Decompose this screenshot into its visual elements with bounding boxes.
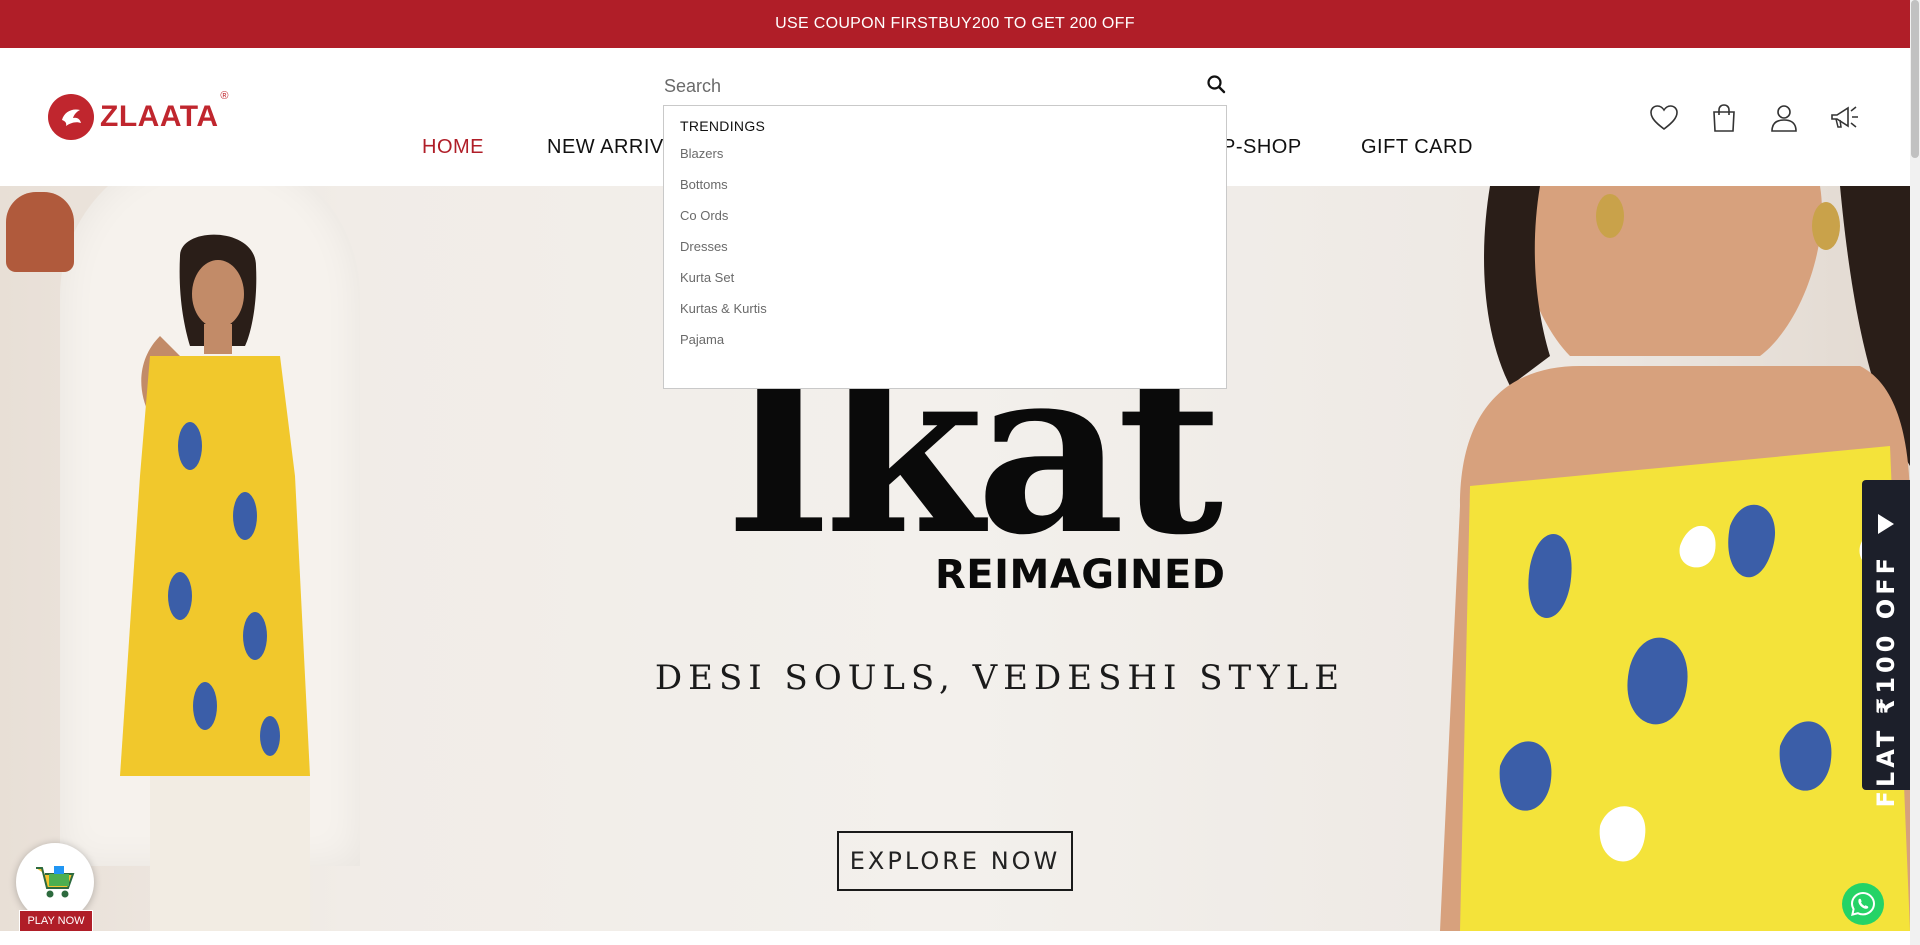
- bottom-strip: [0, 931, 1910, 945]
- suggestion-item[interactable]: Kurtas & Kurtis: [680, 293, 1210, 324]
- nav-home[interactable]: HOME: [422, 136, 484, 159]
- registered-mark: ®: [220, 90, 229, 102]
- megaphone-icon[interactable]: [1828, 102, 1860, 134]
- suggestion-item[interactable]: Pajama: [680, 324, 1210, 355]
- scrollbar-thumb[interactable]: [1911, 0, 1919, 158]
- brand-name: ZLAATA: [100, 100, 219, 133]
- hero-reimagined: REIMAGINED: [935, 552, 1226, 598]
- nav-pop-shop[interactable]: P-SHOP: [1222, 136, 1302, 159]
- suggestion-item[interactable]: Blazers: [680, 138, 1210, 169]
- suggestion-item[interactable]: Bottoms: [680, 169, 1210, 200]
- nav-gift-card[interactable]: GIFT CARD: [1361, 136, 1473, 159]
- search-suggestions-dropdown: TRENDINGS Blazers Bottoms Co Ords Dresse…: [663, 105, 1227, 389]
- right-model-image: [1440, 186, 1910, 931]
- shopping-bag-icon[interactable]: [1708, 102, 1740, 134]
- suggestion-item[interactable]: Dresses: [680, 231, 1210, 262]
- user-icon[interactable]: [1768, 102, 1800, 134]
- whatsapp-icon[interactable]: [1842, 883, 1884, 925]
- header-icons: [1648, 102, 1860, 134]
- hero-tagline-text: DESI SOULS, VEDESHI STYLE: [654, 658, 1346, 698]
- suggestion-item[interactable]: Co Ords: [680, 200, 1210, 231]
- suggestion-item[interactable]: Kurta Set: [680, 262, 1210, 293]
- left-model-image: [120, 234, 310, 931]
- hero-tagline: DESI SOULS, VEDESHI STYLE: [0, 658, 1910, 698]
- side-tab-text: FLAT ₹100 OFF: [1872, 554, 1900, 808]
- dropdown-title: TRENDINGS: [680, 118, 766, 134]
- explore-now-button[interactable]: EXPLORE NOW: [837, 831, 1073, 891]
- announcement-text: USE COUPON FIRSTBUY200 TO GET 200 OFF: [775, 15, 1135, 32]
- shopping-cart-icon: [36, 866, 75, 898]
- heart-icon[interactable]: [1648, 102, 1680, 134]
- play-now-button[interactable]: PLAY NOW: [19, 910, 93, 932]
- announcement-bar: USE COUPON FIRSTBUY200 TO GET 200 OFF: [0, 0, 1910, 48]
- brand-logo[interactable]: ZLAATA ®: [48, 90, 229, 140]
- search-input[interactable]: [662, 68, 1232, 104]
- search-icon[interactable]: [1206, 74, 1226, 94]
- logo-mark-icon: [48, 94, 94, 140]
- nav-new-arrivals[interactable]: NEW ARRIV: [547, 136, 664, 159]
- play-arrow-icon: [1878, 514, 1894, 534]
- bird-icon: [62, 109, 81, 126]
- decor-bust: [6, 192, 74, 272]
- flat-discount-tab[interactable]: FLAT ₹100 OFF: [1862, 480, 1910, 807]
